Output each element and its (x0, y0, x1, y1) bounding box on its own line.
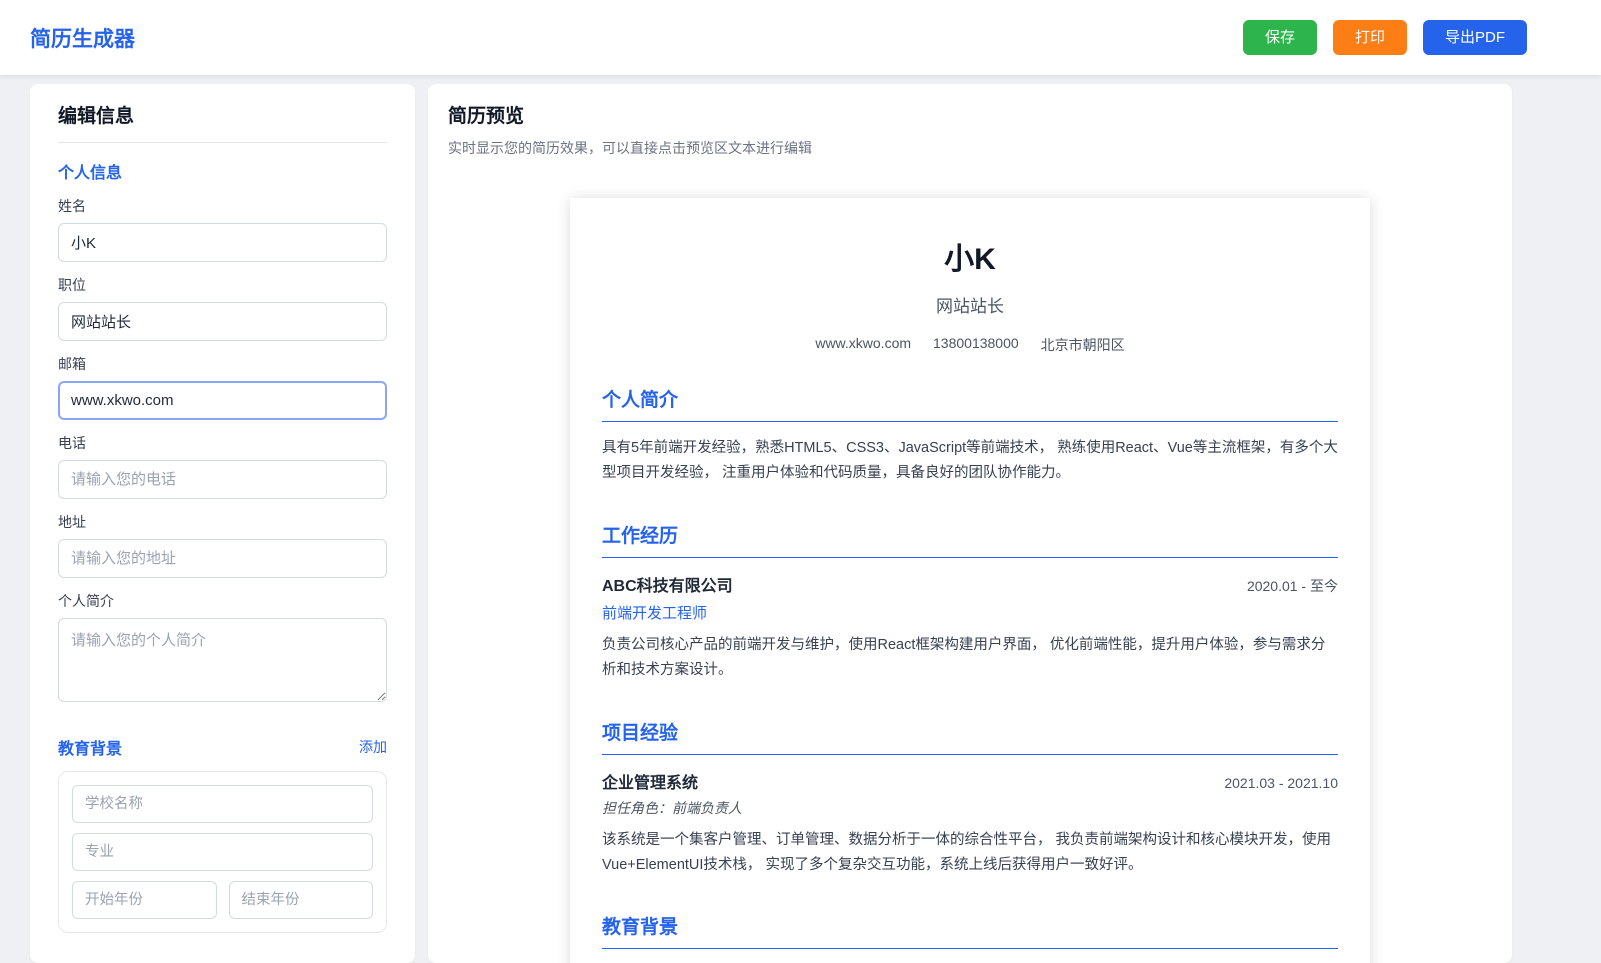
resume-summary-section: 个人简介 具有5年前端开发经验，熟悉HTML5、CSS3、JavaScript等… (602, 385, 1338, 487)
address-label: 地址 (58, 514, 86, 530)
name-label: 姓名 (58, 198, 86, 214)
project-description[interactable]: 该系统是一个集客户管理、订单管理、数据分析于一体的综合性平台， 我负责前端架构设… (602, 828, 1338, 879)
work-item-header: ABC科技有限公司 2020.01 - 至今 (602, 572, 1338, 596)
print-button[interactable]: 打印 (1332, 20, 1407, 55)
resume-summary-text[interactable]: 具有5年前端开发经验，熟悉HTML5、CSS3、JavaScript等前端技术，… (602, 436, 1338, 487)
summary-textarea[interactable] (58, 618, 387, 702)
phone-label: 电话 (58, 435, 86, 451)
export-pdf-button[interactable]: 导出PDF (1422, 20, 1527, 55)
app-header: 简历生成器 保存 打印 导出PDF (0, 0, 1601, 75)
header-actions: 保存 打印 导出PDF (1242, 20, 1527, 55)
resume-card: 小K 网站站长 www.xkwo.com 13800138000 北京市朝阳区 … (570, 198, 1370, 963)
main-content: 编辑信息 个人信息 姓名 职位 邮箱 电话 地址 个人简介 教育背景 添加 (0, 75, 1601, 963)
resume-contact-website[interactable]: www.xkwo.com (815, 335, 911, 355)
education-section-title: 教育背景 (58, 741, 123, 758)
work-date[interactable]: 2020.01 - 至今 (1247, 576, 1338, 596)
position-input[interactable] (58, 302, 387, 341)
preview-subtitle: 实时显示您的简历效果，可以直接点击预览区文本进行编辑 (448, 140, 812, 156)
project-role[interactable]: 担任角色：前端负责人 (602, 798, 1338, 818)
work-description[interactable]: 负责公司核心产品的前端开发与维护，使用React框架构建用户界面， 优化前端性能… (602, 633, 1338, 684)
personal-info-title: 个人信息 (58, 165, 123, 182)
app-title: 简历生成器 (30, 27, 135, 51)
resume-contact-address[interactable]: 北京市朝阳区 (1041, 335, 1125, 355)
resume-work-section: 工作经历 ABC科技有限公司 2020.01 - 至今 前端开发工程师 负责公司… (602, 521, 1338, 684)
phone-input[interactable] (58, 460, 387, 499)
education-entry-group (58, 771, 387, 933)
resume-education-section: 教育背景 北京大学 2016.09 - 2020.06 计算机科学与技术 - 本… (602, 912, 1338, 963)
resume-education-heading: 教育背景 (602, 912, 1338, 950)
resume-project-section: 项目经验 企业管理系统 2021.03 - 2021.10 担任角色：前端负责人… (602, 718, 1338, 879)
project-date[interactable]: 2021.03 - 2021.10 (1224, 775, 1338, 791)
major-input[interactable] (72, 833, 373, 871)
preview-title: 简历预览 (448, 106, 525, 127)
email-input[interactable] (58, 381, 387, 420)
start-year-input[interactable] (72, 881, 217, 919)
project-name[interactable]: 企业管理系统 (602, 769, 698, 793)
editor-panel: 编辑信息 个人信息 姓名 职位 邮箱 电话 地址 个人简介 教育背景 添加 (30, 84, 415, 963)
resume-name[interactable]: 小K (602, 234, 1338, 278)
education-section-header: 教育背景 添加 (58, 735, 387, 759)
email-label: 邮箱 (58, 356, 86, 372)
position-label: 职位 (58, 277, 86, 293)
resume-contacts: www.xkwo.com 13800138000 北京市朝阳区 (602, 335, 1338, 355)
editor-panel-title: 编辑信息 (58, 101, 387, 143)
education-year-row (72, 881, 373, 919)
resume-job-title[interactable]: 网站站长 (602, 292, 1338, 317)
school-name-input[interactable] (72, 785, 373, 823)
resume-work-heading: 工作经历 (602, 521, 1338, 558)
personal-info-section-header: 个人信息 (58, 159, 387, 183)
add-education-link[interactable]: 添加 (359, 737, 387, 757)
end-year-input[interactable] (228, 881, 373, 919)
save-button[interactable]: 保存 (1242, 20, 1317, 55)
preview-panel: 简历预览 实时显示您的简历效果，可以直接点击预览区文本进行编辑 小K 网站站长 … (428, 84, 1512, 963)
name-input[interactable] (58, 223, 387, 262)
resume-header: 小K 网站站长 www.xkwo.com 13800138000 北京市朝阳区 (602, 234, 1338, 355)
resume-project-heading: 项目经验 (602, 718, 1338, 755)
project-item-header: 企业管理系统 2021.03 - 2021.10 (602, 769, 1338, 793)
work-company[interactable]: ABC科技有限公司 (602, 572, 733, 596)
address-input[interactable] (58, 539, 387, 578)
summary-label: 个人简介 (58, 593, 114, 609)
work-role[interactable]: 前端开发工程师 (602, 602, 1338, 623)
resume-contact-phone[interactable]: 13800138000 (933, 335, 1019, 355)
resume-summary-heading: 个人简介 (602, 385, 1338, 422)
